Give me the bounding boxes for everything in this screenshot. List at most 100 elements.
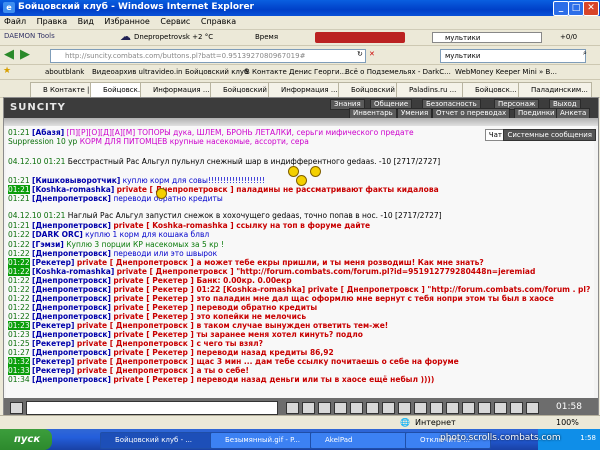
back-icon[interactable]: ◀ <box>4 47 14 62</box>
chat-time[interactable]: 01:22 <box>8 267 30 276</box>
toolbar-search-input[interactable]: мультики <box>432 32 542 43</box>
scroll-icon[interactable] <box>398 402 411 414</box>
chat-username[interactable]: [Днепропетровск] <box>32 194 111 203</box>
chat-time[interactable]: 01:22 <box>8 294 30 303</box>
chat-time[interactable]: 01:34 <box>8 375 30 384</box>
chat-username[interactable]: [Рекетер] <box>32 357 74 366</box>
refresh-icon[interactable]: ↻ <box>357 50 363 58</box>
chat-time[interactable]: 01:22 <box>8 258 30 267</box>
chat-time[interactable]: 01:27 <box>8 348 30 357</box>
mail-icon[interactable] <box>462 402 475 414</box>
fav-darkc[interactable]: Всё о Подземельях - DarkC... <box>345 68 451 76</box>
help-icon[interactable] <box>526 402 539 414</box>
chat-settings-icon[interactable] <box>10 402 23 414</box>
fav-webmoney[interactable]: WebMoney Keeper Mini » В... <box>455 68 557 76</box>
chat-time[interactable]: 01:22 <box>8 240 30 249</box>
maximize-button[interactable]: □ <box>568 1 584 16</box>
chat-username[interactable]: [Днепропетровск] <box>32 276 111 285</box>
chat-time[interactable]: 01:22 <box>8 312 30 321</box>
chat-username[interactable]: [Кишковыворотчик] <box>32 176 120 185</box>
chat-time[interactable]: 04.12.10 01:21 <box>8 211 65 220</box>
menu-help[interactable]: Справка <box>197 16 240 26</box>
refresh-chat-icon[interactable] <box>382 402 395 414</box>
chat-time[interactable]: 01:22 <box>8 303 30 312</box>
tab-paladin-2[interactable]: Паладинским... <box>518 82 592 98</box>
chat-username[interactable]: [Днепропетровск] <box>32 330 111 339</box>
address-bar[interactable]: http://suncity.combats.com/buttons.pl?ba… <box>50 49 366 63</box>
task-akelpad[interactable]: AkelPad <box>310 432 416 449</box>
menu-file[interactable]: Файл <box>0 16 30 26</box>
menu-favorites[interactable]: Избранное <box>100 16 153 26</box>
menu-view[interactable]: Вид <box>74 16 98 26</box>
chat-time[interactable]: 01:33 <box>8 366 30 375</box>
fav-ultravideo[interactable]: Видеоархив ultravideo.in <box>92 68 182 76</box>
chat-log[interactable]: 01:21 [Абазя] [П][Р][О][Д][А][М] ТОПОРЫ … <box>6 126 594 398</box>
clan-icon[interactable] <box>494 402 507 414</box>
fav-combats[interactable]: Бойцовский клуб <box>185 68 248 76</box>
chat-time[interactable]: 01:23 <box>8 330 30 339</box>
map-icon[interactable] <box>446 402 459 414</box>
ie-search-box[interactable]: мультики <box>440 49 586 63</box>
chat-time[interactable]: 01:25 <box>8 339 30 348</box>
fav-aboutblank[interactable]: aboutblank <box>45 68 84 76</box>
chat-time[interactable]: Suppression 10 ур <box>8 137 77 146</box>
quest-icon[interactable] <box>478 402 491 414</box>
chat-time[interactable]: 01:22 <box>8 249 30 258</box>
chat-username[interactable]: [Днепропетровск] <box>32 303 111 312</box>
clear-chat-icon[interactable] <box>286 402 299 414</box>
time-label[interactable]: Время <box>255 33 278 41</box>
menu-tools[interactable]: Сервис <box>156 16 194 26</box>
chat-time[interactable]: 04.12.10 01:21 <box>8 157 65 166</box>
chat-time[interactable]: 01:23 <box>8 321 30 330</box>
chat-username[interactable]: [Днепропетровск] <box>32 312 111 321</box>
fav-vkontakte[interactable]: В Контакте Денис Георги... <box>245 68 346 76</box>
task-combats[interactable]: Бойцовский клуб - ... <box>100 432 221 449</box>
forward-icon[interactable]: ▶ <box>20 47 30 62</box>
friends-icon[interactable] <box>510 402 523 414</box>
minimize-button[interactable]: _ <box>553 1 569 16</box>
chat-username[interactable]: [Рекетер] <box>32 321 74 330</box>
system-messages-tab[interactable]: Системные сообщения <box>503 129 596 141</box>
zoom-level[interactable]: 100% <box>556 418 579 427</box>
chat-username[interactable]: [Абазя] <box>32 128 64 137</box>
daemon-tools-label[interactable]: DAEMON Tools <box>4 32 55 40</box>
favorites-star-icon[interactable]: ★ <box>3 66 11 76</box>
addon-search-box[interactable] <box>315 32 405 43</box>
chat-time[interactable]: 01:22 <box>8 285 30 294</box>
search-icon[interactable]: ⌕ <box>583 49 587 58</box>
private-icon[interactable] <box>414 402 427 414</box>
chat-time[interactable]: 01:21 <box>8 128 30 137</box>
chat-username[interactable]: [Koshka-romashka] <box>32 185 114 194</box>
chat-username[interactable]: [Koshka-romashka] <box>32 267 114 276</box>
sound-icon[interactable] <box>366 402 379 414</box>
chat-time[interactable]: 01:22 <box>8 276 30 285</box>
menu-edit[interactable]: Правка <box>33 16 71 26</box>
chat-time[interactable]: 01:22 <box>8 230 30 239</box>
task-paint[interactable]: Безымянный.gif - P... <box>210 432 321 449</box>
start-button[interactable]: пуск <box>0 429 52 450</box>
chat-username[interactable]: [Днепропетровск] <box>32 221 111 230</box>
translit-icon[interactable] <box>318 402 331 414</box>
chat-username[interactable]: [Гэмзи] <box>32 240 64 249</box>
weather-label[interactable]: Dnepropetrovsk +2 °C <box>134 33 213 41</box>
filter-icon[interactable] <box>334 402 347 414</box>
chat-username[interactable]: [Днепропетровск] <box>32 375 111 384</box>
chat-username[interactable]: [Рекетер] <box>32 366 74 375</box>
chat-message-input[interactable] <box>26 401 278 415</box>
chat-time[interactable]: 01:21 <box>8 176 30 185</box>
chat-username[interactable]: [Днепропетровск] <box>32 249 111 258</box>
chat-username[interactable]: [Днепропетровск] <box>32 285 111 294</box>
chat-username[interactable]: [Рекетер] <box>32 339 74 348</box>
chat-time[interactable]: 01:32 <box>8 357 30 366</box>
stop-icon[interactable]: ✕ <box>369 50 375 58</box>
trade-icon[interactable] <box>430 402 443 414</box>
chat-time[interactable]: 01:21 <box>8 221 30 230</box>
close-button[interactable]: ✕ <box>583 1 599 16</box>
player-list-icon[interactable] <box>350 402 363 414</box>
chat-time[interactable]: 01:21 <box>8 185 30 194</box>
chat-username[interactable]: [Днепропетровск] <box>32 294 111 303</box>
smiles-icon[interactable] <box>302 402 315 414</box>
chat-username[interactable]: [Рекетер] <box>32 258 74 267</box>
chat-username[interactable]: [DARK ORC] <box>32 230 83 239</box>
chat-username[interactable]: [Днепропетровск] <box>32 348 111 357</box>
